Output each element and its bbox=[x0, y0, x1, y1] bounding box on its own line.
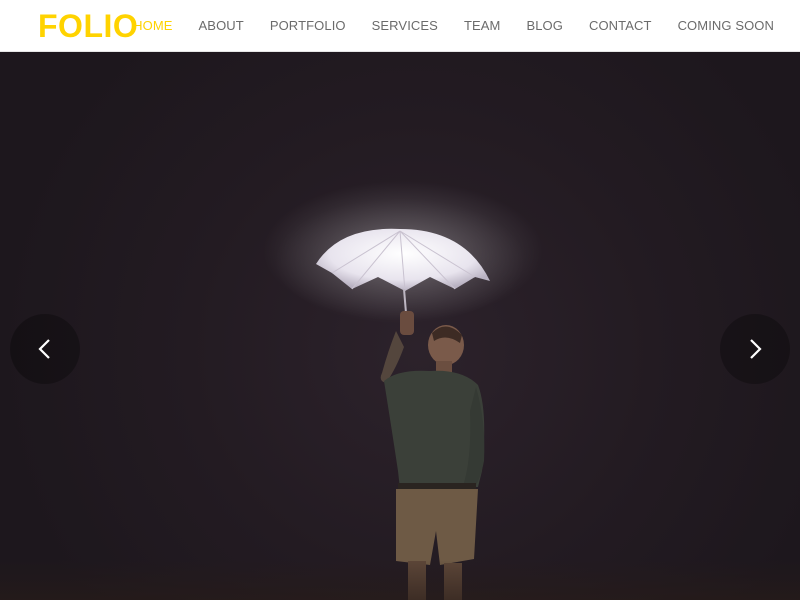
nav-link-about[interactable]: ABOUT bbox=[199, 0, 244, 51]
nav-link-team[interactable]: TEAM bbox=[464, 0, 501, 51]
slider-next-button[interactable] bbox=[720, 314, 790, 384]
umbrella-handle-hand bbox=[400, 311, 414, 335]
hero-image-man-with-umbrella bbox=[263, 181, 543, 600]
nav-item-blog: BLOG bbox=[526, 0, 563, 51]
nav-link-portfolio[interactable]: PORTFOLIO bbox=[270, 0, 346, 51]
nav-link-home[interactable]: HOME bbox=[133, 0, 172, 51]
chevron-left-icon bbox=[38, 339, 50, 359]
chevron-right-icon bbox=[750, 339, 762, 359]
nav-link-coming-soon[interactable]: COMING SOON bbox=[678, 0, 774, 51]
ground-shadow bbox=[0, 560, 800, 600]
nav-item-home: HOME bbox=[133, 0, 172, 51]
nav-item-team: TEAM bbox=[464, 0, 501, 51]
cargo-shorts bbox=[396, 489, 478, 565]
slider-prev-button[interactable] bbox=[10, 314, 80, 384]
nav-item-contact: CONTACT bbox=[589, 0, 652, 51]
nav-link-contact[interactable]: CONTACT bbox=[589, 0, 652, 51]
nav-link-blog[interactable]: BLOG bbox=[526, 0, 563, 51]
nav-item-services: SERVICES bbox=[372, 0, 438, 51]
hero-slider bbox=[0, 51, 800, 600]
nav-item-about: ABOUT bbox=[199, 0, 244, 51]
main-nav: HOME ABOUT PORTFOLIO SERVICES TEAM BLOG … bbox=[107, 0, 774, 51]
belt bbox=[398, 483, 476, 489]
nav-item-coming-soon: COMING SOON bbox=[678, 0, 774, 51]
top-navbar: FOLIO HOME ABOUT PORTFOLIO SERVICES TEAM… bbox=[0, 0, 800, 52]
nav-link-services[interactable]: SERVICES bbox=[372, 0, 438, 51]
nav-item-portfolio: PORTFOLIO bbox=[270, 0, 346, 51]
